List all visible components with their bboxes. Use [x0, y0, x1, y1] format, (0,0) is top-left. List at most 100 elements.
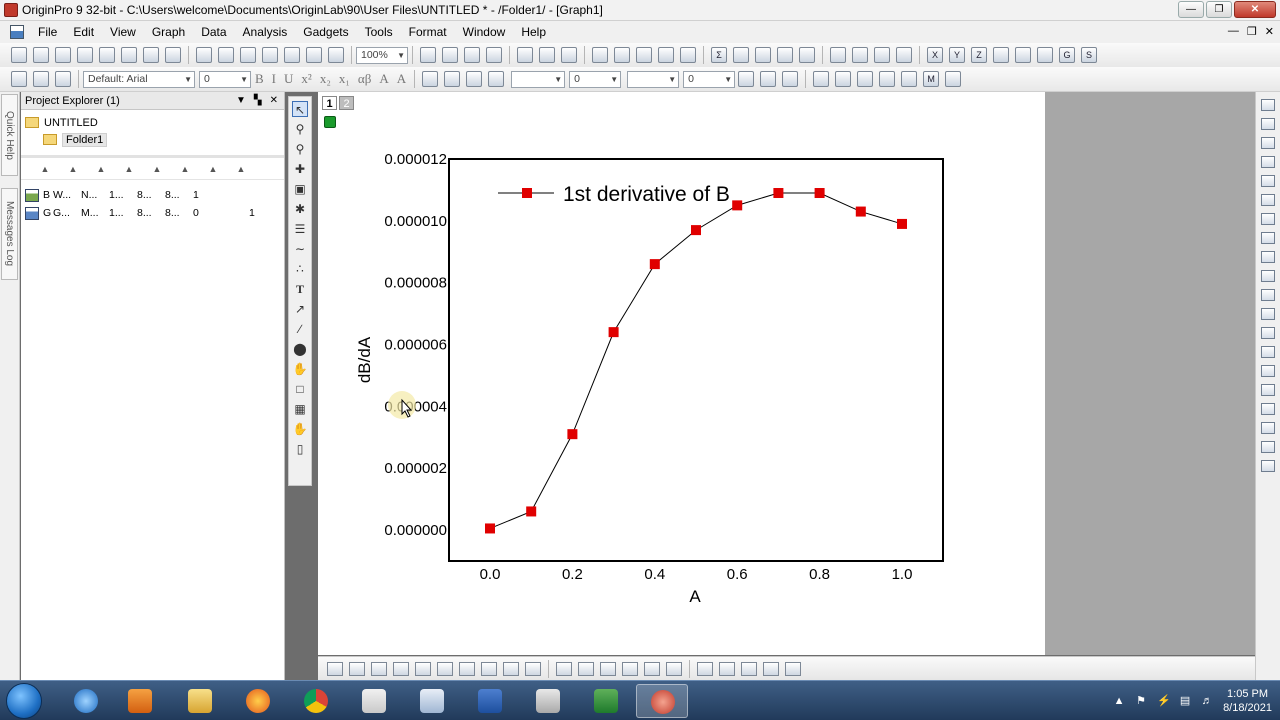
filter-icon[interactable] [874, 47, 890, 63]
file-explorer-taskbar-button[interactable] [174, 684, 226, 718]
superscript-button[interactable]: x² [301, 71, 311, 87]
action-center-icon[interactable]: ⚑ [1135, 695, 1147, 707]
message-log-icon[interactable] [636, 47, 652, 63]
template-icon[interactable] [525, 661, 541, 676]
distribute-icon[interactable] [1261, 403, 1275, 415]
volume-icon[interactable]: ♬ [1201, 695, 1213, 707]
save-project-icon[interactable] [262, 47, 278, 63]
subscript-button[interactable]: x₂ [320, 71, 331, 87]
sort-arrow-icon[interactable]: ▲ [87, 164, 115, 179]
macro-icon[interactable]: M [923, 71, 940, 87]
menu-help[interactable]: Help [513, 21, 554, 43]
group-objects-icon[interactable] [901, 71, 918, 87]
data-selector-icon[interactable]: ✱ [292, 201, 308, 217]
object-edit-icon[interactable] [813, 71, 830, 87]
sort-arrow-icon[interactable]: ▲ [59, 164, 87, 179]
font-size-combo[interactable]: 0 ▼ [199, 70, 251, 88]
fill-value-combo[interactable]: 0 ▼ [683, 70, 736, 88]
tree-item-folder1[interactable]: Folder1 [21, 131, 284, 148]
set-as-z-icon[interactable]: Z [971, 47, 987, 63]
bar-chart-icon[interactable] [830, 47, 846, 63]
results-log-icon[interactable] [561, 47, 577, 63]
sort-arrow-icon[interactable]: ▲ [115, 164, 143, 179]
align-layers-icon[interactable] [1261, 289, 1275, 301]
area-plot-icon[interactable] [415, 661, 431, 676]
new-layout-icon[interactable] [143, 47, 159, 63]
copy-icon[interactable] [33, 71, 49, 87]
supersubscript-button[interactable]: x₁ [339, 71, 350, 87]
command-window-icon[interactable] [539, 47, 555, 63]
sort-arrow-icon[interactable]: ▲ [171, 164, 199, 179]
close-button[interactable]: ✕ [1234, 1, 1276, 18]
group-icon[interactable]: G [1059, 47, 1075, 63]
front-icon[interactable] [835, 71, 852, 87]
firefox-taskbar-button[interactable] [232, 684, 284, 718]
new-matrix-icon[interactable] [77, 47, 93, 63]
tree-item-root[interactable]: UNTITLED [21, 114, 284, 131]
eraser-tool-icon[interactable]: ▯ [292, 441, 308, 457]
multi-panel-icon[interactable] [578, 661, 594, 676]
line-tool-icon[interactable]: ∕ [292, 321, 308, 337]
sort-arrow-icon[interactable]: ▲ [227, 164, 255, 179]
restore-button[interactable]: ❐ [1206, 1, 1232, 18]
close-icon[interactable]: ✕ [270, 92, 278, 110]
calculator-taskbar-button[interactable] [522, 684, 574, 718]
graph-window[interactable]: 1 2 0.0000000.0000020.0000040.0000060.00… [318, 92, 1045, 655]
new-excel-icon[interactable] [165, 47, 181, 63]
same-width-icon[interactable] [1261, 422, 1275, 434]
snipping-tool-taskbar-button[interactable] [348, 684, 400, 718]
duplicate-icon[interactable] [464, 47, 480, 63]
copy-page-icon[interactable] [486, 47, 502, 63]
text-tool-icon[interactable]: T [292, 281, 308, 297]
new-graph-icon[interactable] [55, 47, 71, 63]
horizontal-panels-icon[interactable] [644, 661, 660, 676]
menu-window[interactable]: Window [455, 21, 514, 43]
list-item-graph[interactable]: G G... M... 1... 8... 8... 0 1 [21, 204, 284, 222]
underline-button[interactable]: U [284, 71, 293, 87]
bar-plot-icon[interactable] [437, 661, 453, 676]
add-top-x-axis-icon[interactable] [1261, 137, 1275, 149]
border-style-combo[interactable]: ▼ [627, 70, 680, 88]
vector-plot-icon[interactable] [785, 661, 801, 676]
layer-management-icon[interactable] [1261, 232, 1275, 244]
clear-filter-icon[interactable] [896, 47, 912, 63]
zoom-combo[interactable]: 100% ▼ [356, 46, 408, 64]
save-template-icon[interactable] [284, 47, 300, 63]
mdi-restore-icon[interactable]: ❐ [1247, 25, 1257, 38]
sort-icon[interactable] [733, 47, 749, 63]
arrow-tool-icon[interactable]: ↗ [292, 301, 308, 317]
mdi-close-icon[interactable]: ✕ [1265, 25, 1274, 38]
power-icon[interactable]: ⚡ [1157, 695, 1171, 707]
stack-icon[interactable] [1261, 384, 1275, 396]
region-tool-icon[interactable]: □ [292, 381, 308, 397]
table-insert-icon[interactable] [1261, 365, 1275, 377]
graph-document-icon[interactable] [10, 25, 24, 39]
pointer-tool-icon[interactable]: ↖ [292, 101, 308, 117]
code-builder-icon[interactable] [517, 47, 533, 63]
error-bar-icon[interactable] [993, 47, 1009, 63]
pin-icon[interactable]: ▚ [254, 92, 262, 110]
bold-button[interactable]: B [255, 71, 264, 87]
line-symbol-plot-icon[interactable] [371, 661, 387, 676]
double-y-icon[interactable] [600, 661, 616, 676]
open-icon[interactable] [196, 47, 212, 63]
graph-export-icon[interactable] [1261, 460, 1275, 472]
word-taskbar-button[interactable] [464, 684, 516, 718]
menu-gadgets[interactable]: Gadgets [295, 21, 356, 43]
clock[interactable]: 1:05 PM 8/18/2021 [1223, 687, 1272, 715]
polar-plot-icon[interactable] [741, 661, 757, 676]
minimize-button[interactable]: — [1178, 1, 1204, 18]
column-chart-icon[interactable] [852, 47, 868, 63]
merge-icon[interactable] [1261, 194, 1275, 206]
fill-column-icon[interactable] [777, 47, 793, 63]
greek-button[interactable]: αβ [358, 71, 371, 87]
dropdown-icon[interactable]: ▼ [236, 92, 246, 110]
disregard-icon[interactable] [1037, 47, 1053, 63]
media-player-taskbar-button[interactable] [114, 684, 166, 718]
script-window-icon[interactable] [614, 47, 630, 63]
arrange-layers-icon[interactable] [1261, 251, 1275, 263]
data-reader-icon[interactable]: ▣ [292, 181, 308, 197]
add-right-y-axis-icon[interactable] [1261, 156, 1275, 168]
table-icon[interactable] [782, 71, 799, 87]
excel-taskbar-button[interactable] [580, 684, 632, 718]
